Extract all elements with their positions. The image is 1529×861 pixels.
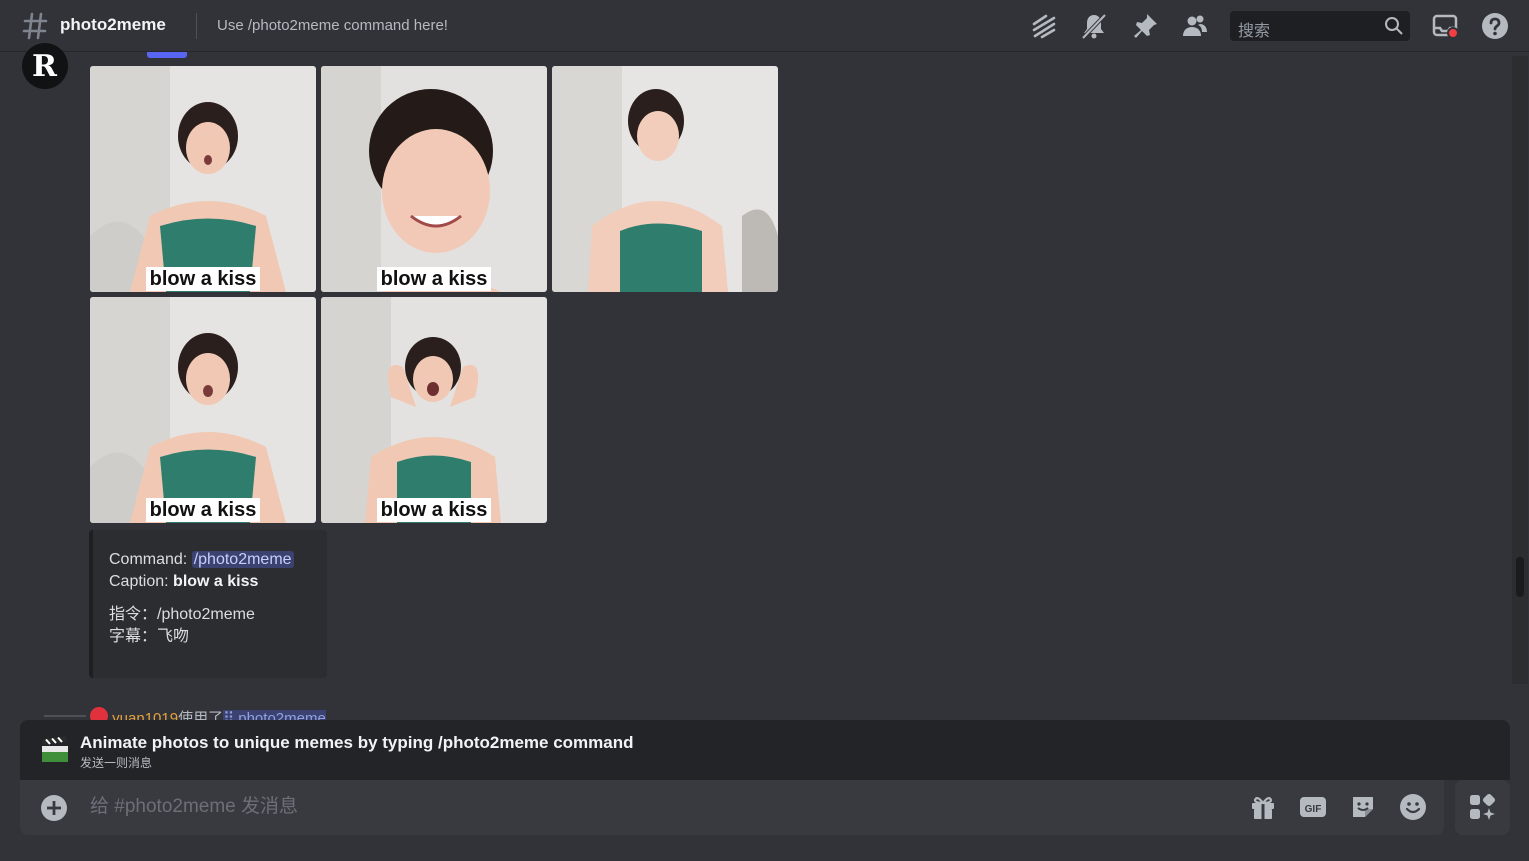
banner-title: Animate photos to unique memes by typing… (80, 733, 634, 752)
caption-value: blow a kiss (173, 573, 259, 590)
reply-spine (44, 715, 86, 717)
hashtag-icon (22, 12, 48, 40)
user-avatar-small[interactable] (90, 707, 108, 721)
zh-caption-value: 飞吻 (157, 628, 190, 645)
meme-photo (321, 66, 547, 292)
next-message-preview: yuan1019使用了⠿ photo2meme (90, 707, 326, 721)
command-label: Command: (109, 551, 188, 568)
message-embed: Command: /photo2meme Caption: blow a kis… (89, 530, 327, 678)
message-composer: GIF (20, 780, 1444, 835)
members-icon[interactable] (1181, 12, 1209, 40)
mute-icon[interactable] (1080, 12, 1108, 40)
avatar-letter: R (32, 49, 57, 84)
avatar[interactable]: R (22, 43, 68, 89)
apps-icon (1470, 793, 1496, 820)
meme-image[interactable] (552, 66, 778, 292)
meme-photo (90, 66, 316, 292)
header-divider (196, 13, 197, 39)
sticker-icon[interactable] (1349, 793, 1377, 821)
inbox-icon[interactable] (1431, 12, 1459, 40)
meme-image[interactable]: blow a kiss (321, 297, 547, 523)
help-icon[interactable] (1481, 12, 1509, 40)
bot-tag (147, 52, 187, 58)
meme-image[interactable]: blow a kiss (90, 66, 316, 292)
svg-text:GIF: GIF (1305, 804, 1322, 815)
zh-command-value: /photo2meme (157, 606, 255, 623)
embed-zh-command-line: 指令：/photo2meme (109, 604, 311, 626)
search-placeholder: 搜索 (1238, 23, 1271, 40)
meme-photo (321, 297, 547, 523)
embed-zh-caption-line: 字幕：飞吻 (109, 626, 311, 648)
channel-topic[interactable]: Use /photo2meme command here! (217, 17, 448, 34)
scrollbar-thumb[interactable] (1516, 557, 1524, 597)
meme-caption: blow a kiss (145, 498, 261, 522)
apps-button[interactable] (1455, 780, 1510, 835)
command-mention[interactable]: /photo2meme (191, 551, 294, 568)
search-box[interactable]: 搜索 (1230, 11, 1410, 41)
zh-command-label: 指令： (109, 606, 158, 623)
meme-photo (552, 66, 778, 292)
gif-icon[interactable]: GIF (1299, 793, 1327, 821)
meme-caption: blow a kiss (145, 267, 261, 291)
meme-image[interactable]: blow a kiss (90, 297, 316, 523)
meme-photo (90, 297, 316, 523)
search-icon (1385, 17, 1403, 35)
upload-plus-icon[interactable] (40, 794, 68, 822)
clapperboard-icon (42, 736, 68, 762)
pin-icon[interactable] (1131, 12, 1159, 40)
app-command-banner[interactable]: Animate photos to unique memes by typing… (20, 720, 1510, 780)
channel-name: photo2meme (60, 15, 166, 34)
embed-caption-line: Caption: blow a kiss (109, 571, 311, 593)
banner-subtitle: 发送一则消息 (80, 756, 153, 770)
message-input[interactable] (90, 792, 1190, 822)
caption-label: Caption: (109, 573, 169, 590)
meme-caption: blow a kiss (376, 267, 492, 291)
zh-caption-label: 字幕： (109, 628, 158, 645)
meme-caption: blow a kiss (376, 498, 492, 522)
threads-icon[interactable] (1030, 12, 1058, 40)
emoji-icon[interactable] (1399, 793, 1427, 821)
meme-image[interactable]: blow a kiss (321, 66, 547, 292)
gift-icon[interactable] (1249, 793, 1277, 821)
channel-header: photo2meme Use /photo2meme command here!… (0, 0, 1529, 52)
embed-command-line: Command: /photo2meme (109, 549, 311, 571)
